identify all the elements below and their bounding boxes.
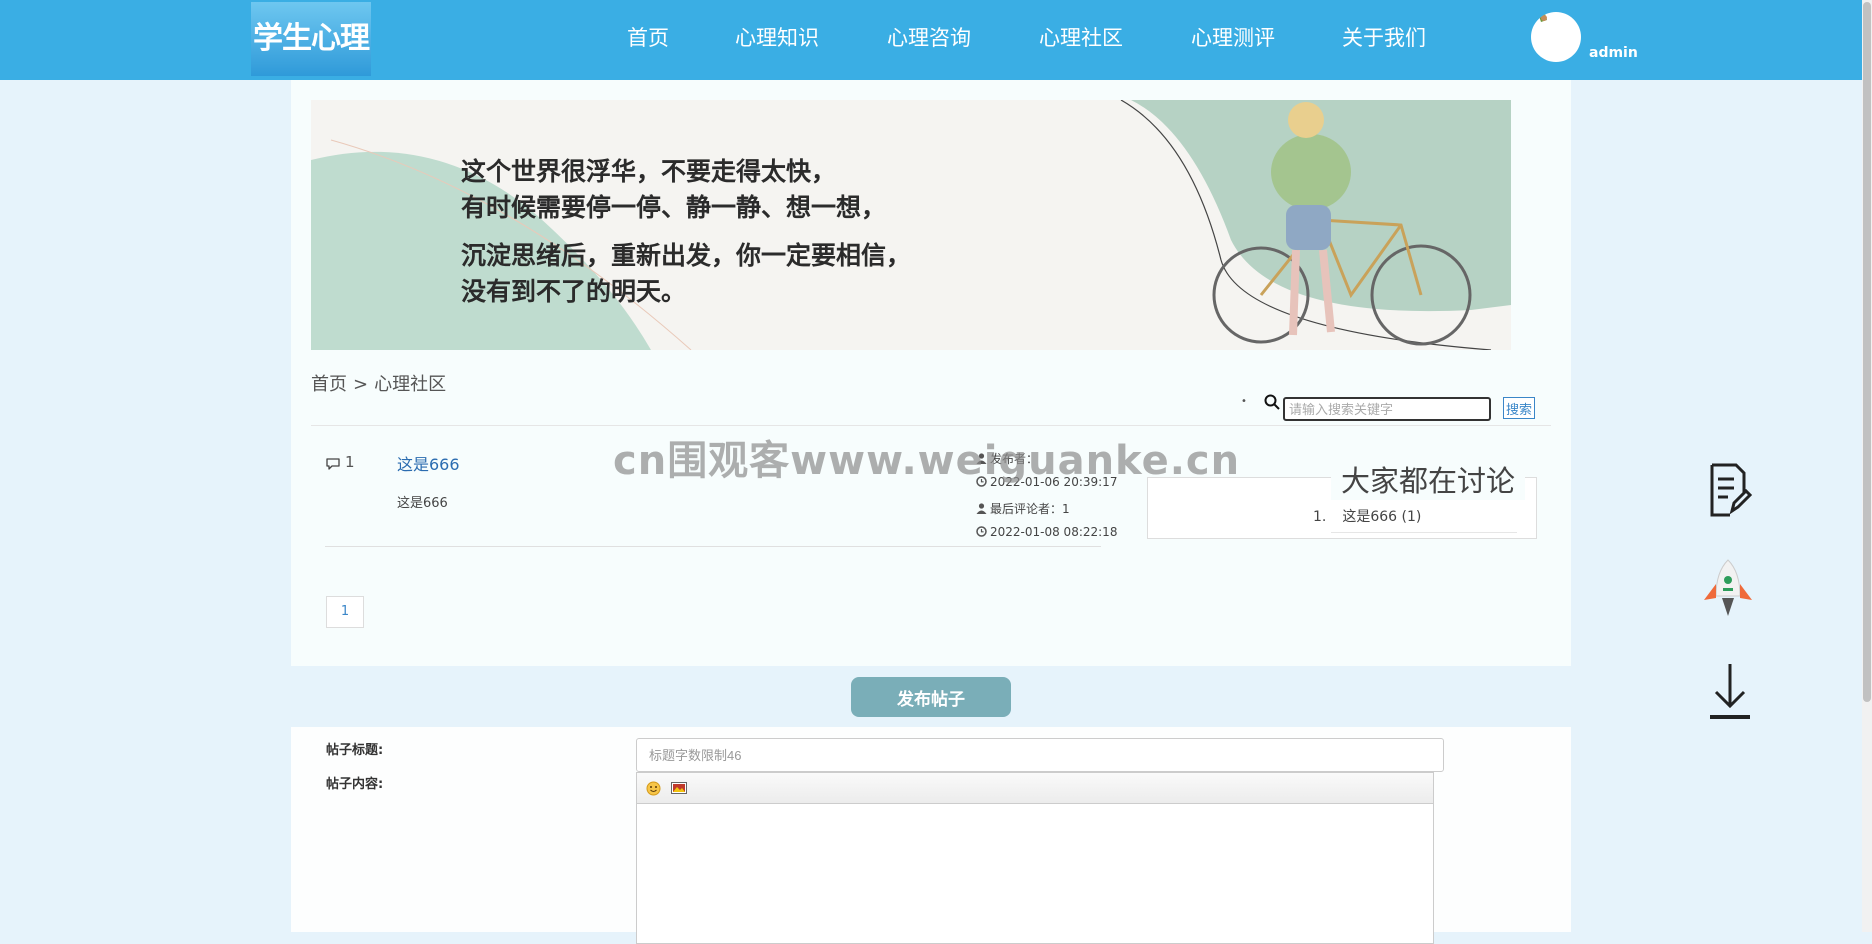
emoji-icon[interactable]	[646, 781, 661, 796]
image-icon[interactable]	[671, 782, 687, 794]
nav-knowledge[interactable]: 心理知识	[735, 22, 819, 52]
nav-consulting[interactable]: 心理咨询	[887, 22, 971, 52]
clock-icon	[976, 526, 987, 537]
top-navbar: 学生心理健康 首页 心理知识 心理咨询 心理社区 心理测评 关于我们 admin	[0, 0, 1872, 80]
search-input[interactable]	[1283, 397, 1491, 421]
title-label: 帖子标题:	[326, 743, 384, 758]
pagination-page-1[interactable]: 1	[326, 596, 364, 628]
publish-post-button[interactable]: 发布帖子	[851, 677, 1011, 717]
nav-assessment[interactable]: 心理测评	[1191, 22, 1275, 52]
post-form: 帖子标题: 帖子内容:	[291, 727, 1571, 944]
breadcrumb-current: 心理社区	[374, 374, 447, 395]
content-textarea[interactable]	[637, 804, 1433, 943]
last-comment-time: 2022-01-08 08:22:18	[990, 525, 1118, 539]
nav-about[interactable]: 关于我们	[1342, 22, 1426, 52]
username[interactable]: admin	[1589, 45, 1638, 61]
last-commenter-label: 最后评论者：1	[990, 502, 1070, 516]
comment-icon	[326, 458, 340, 470]
comment-count: 1	[345, 453, 355, 471]
post-excerpt: 这是666	[397, 496, 448, 511]
post-last-commenter: 最后评论者：1	[976, 500, 1070, 517]
user-icon	[976, 503, 987, 514]
hot-discussion-title: 大家都在讨论	[1331, 458, 1526, 500]
hot-discussion-item[interactable]: 1. 这是666 (1)	[1313, 506, 1421, 526]
search-bullet: •	[1241, 396, 1247, 407]
post-title-input[interactable]	[636, 738, 1444, 772]
banner-line-3: 沉淀思绪后，重新出发，你一定要相信，	[461, 241, 912, 270]
content-label: 帖子内容:	[326, 777, 384, 792]
hot-discussion-index: 1.	[1313, 509, 1327, 525]
community-panel: 这个世界很浮华，不要走得太快， 有时候需要停一停、静一静、想一想， 沉淀思绪后，…	[291, 80, 1571, 666]
post-last-commented-at: 2022-01-08 08:22:18	[976, 525, 1117, 539]
nav-community[interactable]: 心理社区	[1039, 22, 1123, 52]
editor-toolbar	[637, 773, 1433, 804]
avatar[interactable]	[1531, 12, 1581, 62]
search-icon	[1264, 394, 1280, 410]
page-scrollbar[interactable]	[1862, 0, 1872, 932]
download-icon[interactable]	[1708, 662, 1752, 720]
hot-discussion-text[interactable]: 这是666 (1)	[1342, 509, 1421, 525]
nav-home[interactable]: 首页	[627, 22, 669, 52]
edit-document-icon[interactable]	[1708, 463, 1752, 517]
post-title-link[interactable]: 这是666	[397, 451, 460, 475]
banner-quote: 这个世界很浮华，不要走得太快， 有时候需要停一停、静一静、想一想， 沉淀思绪后，…	[461, 154, 911, 310]
watermark: cn围观客www.weiguanke.cn	[613, 438, 1241, 484]
rocket-icon[interactable]	[1702, 558, 1754, 624]
divider	[1331, 532, 1517, 533]
site-logo[interactable]: 学生心理健康	[251, 2, 371, 76]
banner-line-2: 有时候需要停一停、静一静、想一想，	[461, 193, 887, 222]
scrollbar-thumb[interactable]	[1863, 2, 1871, 702]
divider	[311, 425, 1551, 426]
banner-line-1: 这个世界很浮华，不要走得太快，	[461, 157, 837, 186]
search-button[interactable]: 搜索	[1503, 397, 1536, 419]
breadcrumb: 首页 > 心理社区	[311, 370, 446, 396]
content-editor	[636, 772, 1434, 944]
banner-line-4: 没有到不了的明天。	[461, 277, 687, 306]
breadcrumb-home[interactable]: 首页	[311, 374, 347, 395]
banner-image: 这个世界很浮华，不要走得太快， 有时候需要停一停、静一静、想一想， 沉淀思绪后，…	[311, 100, 1511, 350]
breadcrumb-separator: >	[353, 374, 369, 395]
